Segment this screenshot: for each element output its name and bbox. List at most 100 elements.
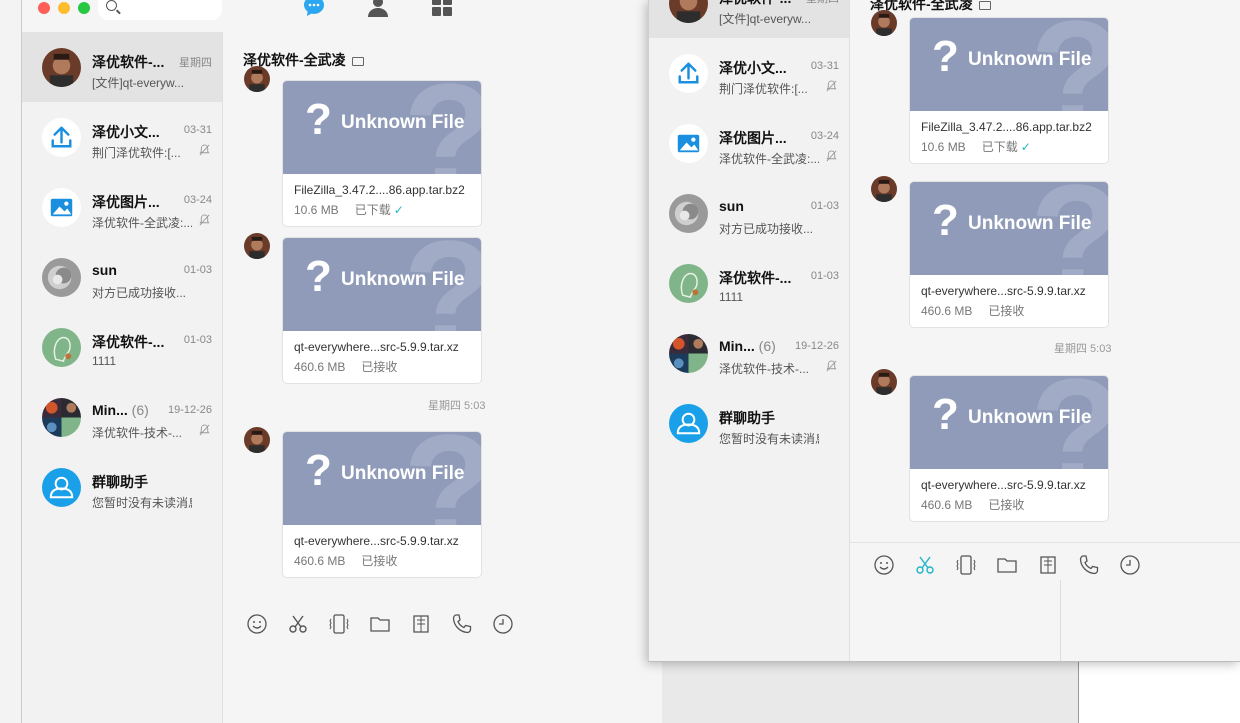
conversation-item[interactable]: Min... (6) 19-12-26 泽优软件-技术-... xyxy=(22,382,222,452)
unknown-file-thumbnail: ??Unknown File xyxy=(910,182,1108,275)
avatar-group-min xyxy=(669,334,708,373)
chat-panel: 泽优软件-全武凌 ??Unknown FileFileZilla_3.47.2.… xyxy=(849,0,1240,661)
question-mark-icon: ? xyxy=(932,390,959,439)
file-message-card[interactable]: ??Unknown FileFileZilla_3.47.2....86.app… xyxy=(282,80,482,227)
file-message-card[interactable]: ??Unknown Fileqt-everywhere...src-5.9.9.… xyxy=(282,237,482,384)
conversation-name: 泽优软件-... xyxy=(719,270,792,286)
sender-avatar[interactable] xyxy=(871,369,897,395)
search-input[interactable] xyxy=(98,0,222,20)
conversation-preview: [文件]qt-everyw... xyxy=(92,76,185,90)
unknown-file-thumbnail: ??Unknown File xyxy=(283,81,481,174)
message-timestamp: 星期四 5:03 xyxy=(428,400,486,412)
mute-bell-icon xyxy=(826,80,837,95)
monitor-icon[interactable] xyxy=(351,57,364,66)
file-type-label: Unknown File xyxy=(968,213,1092,234)
apps-grid-icon[interactable] xyxy=(430,0,454,18)
conversation-item[interactable]: Min... (6) 19-12-26 泽优软件-技术-... xyxy=(649,318,849,388)
clock-icon[interactable] xyxy=(491,612,515,636)
file-message-card[interactable]: ??Unknown Fileqt-everywhere...src-5.9.9.… xyxy=(909,181,1109,328)
compose-toolbar xyxy=(245,612,515,636)
file-message-card[interactable]: ??Unknown Fileqt-everywhere...src-5.9.9.… xyxy=(909,375,1109,522)
chat-bubble-icon[interactable] xyxy=(302,0,326,18)
avatar-sun xyxy=(669,194,708,233)
file-status: 已下载 xyxy=(981,140,1018,154)
sender-avatar[interactable] xyxy=(244,66,270,92)
conversation-preview: 荆门泽优软件:[... xyxy=(92,146,181,160)
file-name: FileZilla_3.47.2....86.app.tar.bz2 xyxy=(921,120,1092,134)
conversation-preview: 对方已成功接收... xyxy=(92,286,187,300)
conversation-date: 01-03 xyxy=(183,334,212,346)
conversation-name: 泽优软件-... xyxy=(92,334,165,350)
conversation-preview: 对方已成功接收... xyxy=(719,222,814,236)
sticker-icon[interactable] xyxy=(1036,553,1060,577)
scissors-icon[interactable] xyxy=(286,612,310,636)
sticker-icon[interactable] xyxy=(409,612,433,636)
file-meta: 460.6 MB 已接收 xyxy=(921,302,1027,319)
conversation-item[interactable]: 群聊助手 您暂时没有未读消息 xyxy=(22,452,222,522)
smiley-icon[interactable] xyxy=(245,612,269,636)
avatar-group-assistant xyxy=(42,468,81,507)
smiley-icon[interactable] xyxy=(872,553,896,577)
sender-avatar[interactable] xyxy=(244,233,270,259)
folder-icon[interactable] xyxy=(995,553,1019,577)
conversation-item[interactable]: 泽优软件-... 星期四 [文件]qt-everyw... xyxy=(649,0,849,38)
folder-icon[interactable] xyxy=(368,612,392,636)
conversation-preview: 荆门泽优软件:[... xyxy=(719,82,808,96)
question-mark-icon: ? xyxy=(305,95,332,144)
file-status: 已下载 xyxy=(354,203,391,217)
conversation-item[interactable]: 群聊助手 您暂时没有未读消息 xyxy=(649,388,849,458)
sender-avatar[interactable] xyxy=(871,176,897,202)
avatar-group xyxy=(669,264,708,303)
sender-avatar[interactable] xyxy=(244,427,270,453)
avatar-image-share xyxy=(669,124,708,163)
phone-icon[interactable] xyxy=(450,612,474,636)
scissors-icon[interactable] xyxy=(913,553,937,577)
conversation-item[interactable]: 泽优软件-... 01-03 1111 xyxy=(22,312,222,382)
vibrate-icon[interactable] xyxy=(954,553,978,577)
file-size: 460.6 MB xyxy=(294,554,346,568)
conversation-preview: 泽优软件-技术-... xyxy=(719,362,809,376)
conversation-item[interactable]: 泽优软件-... 01-03 1111 xyxy=(649,248,849,318)
conversation-date: 01-03 xyxy=(810,270,839,282)
conversation-name: 泽优小文... xyxy=(719,60,787,76)
file-type-label: Unknown File xyxy=(341,269,465,290)
avatar-image-share xyxy=(42,188,81,227)
file-name: qt-everywhere...src-5.9.9.tar.xz xyxy=(921,478,1086,492)
message-timestamp: 星期四 5:03 xyxy=(1054,343,1112,355)
compose-toolbar xyxy=(872,553,1142,577)
conversation-date: 03-24 xyxy=(810,130,839,142)
file-message-card[interactable]: ??Unknown File FileZilla_3.47.2....86.app… xyxy=(909,17,1109,164)
sender-avatar[interactable] xyxy=(871,10,897,36)
close-window-button[interactable] xyxy=(38,2,50,14)
zoom-window-button[interactable] xyxy=(78,2,90,14)
minimize-window-button[interactable] xyxy=(58,2,70,14)
conversation-item[interactable]: sun 01-03 对方已成功接收... xyxy=(22,242,222,312)
conversation-item[interactable]: 泽优图片... 03-24 泽优软件-全武凌:... xyxy=(22,172,222,242)
monitor-icon[interactable] xyxy=(978,1,991,10)
avatar-sun xyxy=(42,258,81,297)
file-status: 已接收 xyxy=(361,554,398,568)
mute-bell-icon xyxy=(199,144,210,159)
conversation-item[interactable]: sun 01-03 对方已成功接收... xyxy=(649,178,849,248)
conversation-item[interactable]: 泽优小文... 03-31 荆门泽优软件:[... xyxy=(22,102,222,172)
conversation-name: 群聊助手 xyxy=(92,474,148,490)
file-meta: 460.6 MB 已接收 xyxy=(294,358,400,375)
conversation-date: 星期四 xyxy=(179,57,212,69)
file-message-card[interactable]: ??Unknown Fileqt-everywhere...src-5.9.9.… xyxy=(282,431,482,578)
conversation-item[interactable]: 泽优图片... 03-24 泽优软件-全武凌:... xyxy=(649,108,849,178)
conversation-name: 泽优小文... xyxy=(92,124,160,140)
vibrate-icon[interactable] xyxy=(327,612,351,636)
file-type-label: Unknown File xyxy=(968,49,1092,70)
conversation-list: 泽优软件-... 星期四 [文件]qt-everyw... 泽优小文... 03-3… xyxy=(649,0,849,661)
phone-icon[interactable] xyxy=(1077,553,1101,577)
avatar-file-transfer xyxy=(42,118,81,157)
contacts-icon[interactable] xyxy=(366,0,390,18)
clock-icon[interactable] xyxy=(1118,553,1142,577)
conversation-item[interactable]: 泽优小文... 03-31 荆门泽优软件:[... xyxy=(649,38,849,108)
question-mark-icon: ? xyxy=(305,252,332,301)
chat-panel: 泽优软件-全武凌 ??Unknown FileFileZilla_3.47.2.… xyxy=(222,32,662,723)
avatar-group xyxy=(42,328,81,367)
unknown-file-thumbnail: ??Unknown File xyxy=(910,18,1108,111)
unknown-file-thumbnail: ??Unknown File xyxy=(283,432,481,525)
conversation-item[interactable]: 泽优软件-... 星期四 [文件]qt-everyw... xyxy=(22,32,222,102)
